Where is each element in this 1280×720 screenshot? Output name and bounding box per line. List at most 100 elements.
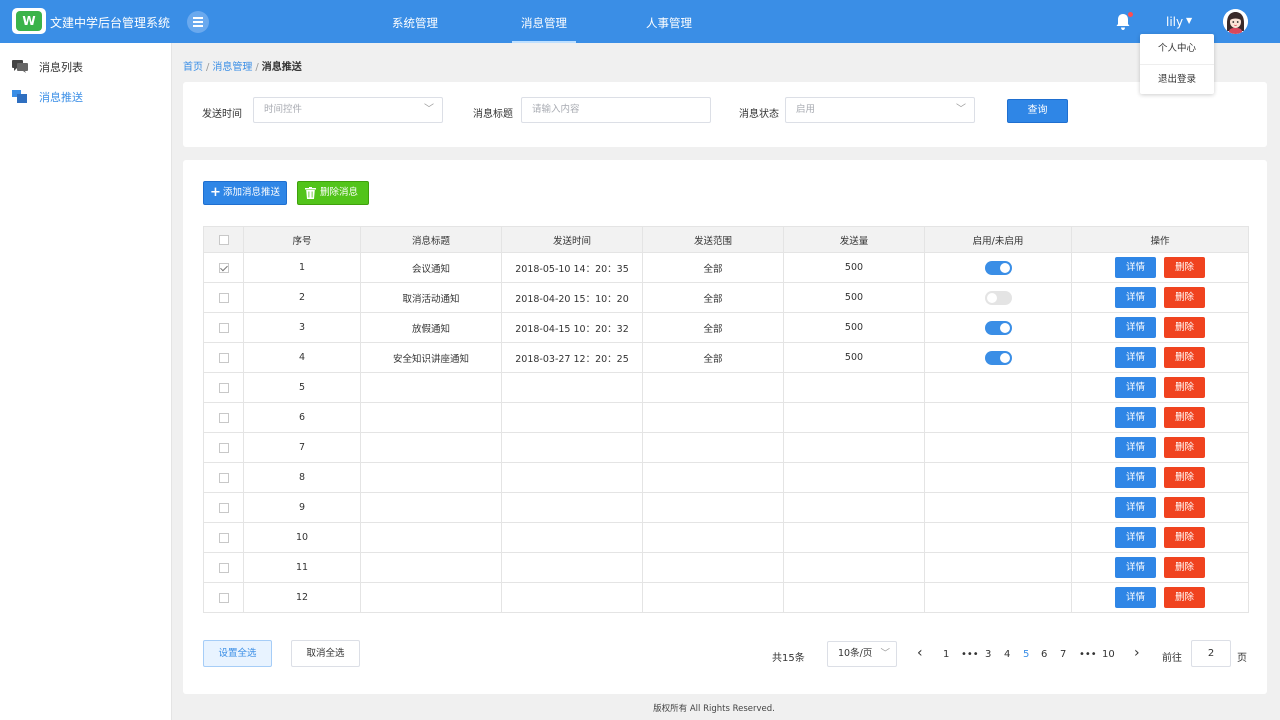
delete-button[interactable]: 删除 [1164,377,1205,398]
detail-button[interactable]: 详情 [1115,407,1156,428]
prev-page-button[interactable]: ‹ [917,645,923,661]
user-name[interactable]: lily [1166,15,1183,29]
table-row[interactable]: 1 会议通知 2018-05-10 14：20：35 全部 500 详情 删除 [203,252,1249,283]
row-checkbox[interactable] [218,502,229,513]
menu-item-logout[interactable]: 退出登录 [1140,64,1214,94]
plus-icon: + [210,185,221,200]
menu-toggle-button[interactable] [187,11,209,33]
table-row[interactable]: 11 详情 删除 [203,552,1249,583]
column-header: 序号 [243,226,361,253]
cell-no: 12 [243,582,361,613]
detail-button[interactable]: 详情 [1115,587,1156,608]
table-row[interactable]: 2 取消活动通知 2018-04-20 15：10：20 全部 500 详情 删除 [203,282,1249,313]
enable-toggle[interactable] [984,260,1012,275]
enable-toggle[interactable] [984,350,1012,365]
page-number[interactable]: 4 [1004,649,1010,660]
nav-system-management[interactable]: 系统管理 [383,0,447,43]
row-checkbox[interactable] [218,442,229,453]
nav-personnel-management[interactable]: 人事管理 [637,0,701,43]
select-all-checkbox[interactable] [218,234,229,245]
page-ellipsis[interactable]: ••• [1079,649,1097,660]
breadcrumb-message-management[interactable]: 消息管理 [212,62,252,73]
delete-button[interactable]: 删除 [1164,257,1205,278]
enable-toggle[interactable] [984,320,1012,335]
delete-button[interactable]: 删除 [1164,527,1205,548]
table-row[interactable]: 8 详情 删除 [203,462,1249,493]
cell-title [360,462,502,493]
page-ellipsis[interactable]: ••• [961,649,979,660]
detail-button[interactable]: 详情 [1115,377,1156,398]
delete-button[interactable]: 删除 [1164,497,1205,518]
cell-enabled [924,462,1072,493]
detail-button[interactable]: 详情 [1115,467,1156,488]
detail-button[interactable]: 详情 [1115,257,1156,278]
row-checkbox[interactable] [218,322,229,333]
detail-button[interactable]: 详情 [1115,287,1156,308]
enable-toggle[interactable] [984,290,1012,305]
cell-actions: 详情 删除 [1071,252,1249,283]
delete-button[interactable]: 删除 [1164,557,1205,578]
delete-button[interactable]: 删除 [1164,317,1205,338]
row-checkbox[interactable] [218,382,229,393]
row-checkbox[interactable] [218,412,229,423]
detail-button[interactable]: 详情 [1115,557,1156,578]
page-number[interactable]: 6 [1041,649,1047,660]
table-row[interactable]: 10 详情 删除 [203,522,1249,553]
select-all-button[interactable]: 设置全选 [203,640,272,667]
cell-time: 2018-05-10 14：20：35 [501,252,643,283]
cell-count: 500 [783,252,925,283]
page-number[interactable]: 1 [943,649,949,660]
message-title-input[interactable]: 请输入内容 [521,97,711,123]
query-button[interactable]: 查询 [1007,99,1068,123]
menu-item-profile[interactable]: 个人中心 [1140,34,1214,64]
delete-button[interactable]: 删除 [1164,287,1205,308]
detail-button[interactable]: 详情 [1115,437,1156,458]
goto-page-input[interactable]: 2 [1191,640,1231,667]
delete-message-button[interactable]: 删除消息 [297,181,369,205]
table-row[interactable]: 12 详情 删除 [203,582,1249,613]
table-row[interactable]: 7 详情 删除 [203,432,1249,463]
page-number[interactable]: 7 [1060,649,1066,660]
row-checkbox[interactable] [218,532,229,543]
avatar[interactable] [1223,9,1248,34]
nav-message-management[interactable]: 消息管理 [512,0,576,43]
page-size-select[interactable]: 10条/页 ﹀ [827,641,897,667]
delete-button[interactable]: 删除 [1164,347,1205,368]
cancel-select-all-button[interactable]: 取消全选 [291,640,360,667]
row-checkbox[interactable] [218,292,229,303]
message-status-select[interactable]: 启用 ﹀ [785,97,975,123]
table-row[interactable]: 5 详情 删除 [203,372,1249,403]
add-message-push-button[interactable]: + 添加消息推送 [203,181,287,205]
table-row[interactable]: 6 详情 删除 [203,402,1249,433]
delete-button[interactable]: 删除 [1164,587,1205,608]
page-number[interactable]: 3 [985,649,991,660]
add-message-push-label: 添加消息推送 [223,187,281,198]
app-title: 文建中学后台管理系统 [50,16,171,30]
cell-title [360,552,502,583]
page-number[interactable]: 5 [1023,649,1029,660]
detail-button[interactable]: 详情 [1115,527,1156,548]
delete-button[interactable]: 删除 [1164,467,1205,488]
detail-button[interactable]: 详情 [1115,317,1156,338]
row-checkbox[interactable] [218,352,229,363]
detail-button[interactable]: 详情 [1115,347,1156,368]
message-title-placeholder: 请输入内容 [532,104,580,115]
row-checkbox[interactable] [218,562,229,573]
delete-button[interactable]: 删除 [1164,437,1205,458]
table-row[interactable]: 4 安全知识讲座通知 2018-03-27 12：20：25 全部 500 详情 删除 [203,342,1249,373]
cell-enabled [924,582,1072,613]
breadcrumb-home[interactable]: 首页 [183,62,203,73]
row-checkbox[interactable] [218,472,229,483]
table-row[interactable]: 3 放假通知 2018-04-15 10：20：32 全部 500 详情 删除 [203,312,1249,343]
page-number[interactable]: 10 [1102,649,1115,660]
row-checkbox[interactable] [218,592,229,603]
row-checkbox[interactable] [218,262,229,273]
table-row[interactable]: 9 详情 删除 [203,492,1249,523]
chevron-down-icon[interactable]: ▼ [1186,16,1192,25]
cell-time [501,582,643,613]
next-page-button[interactable]: › [1134,645,1140,661]
send-time-picker[interactable]: 时间控件 ﹀ [253,97,443,123]
detail-button[interactable]: 详情 [1115,497,1156,518]
delete-button[interactable]: 删除 [1164,407,1205,428]
row-select-cell [203,342,244,373]
